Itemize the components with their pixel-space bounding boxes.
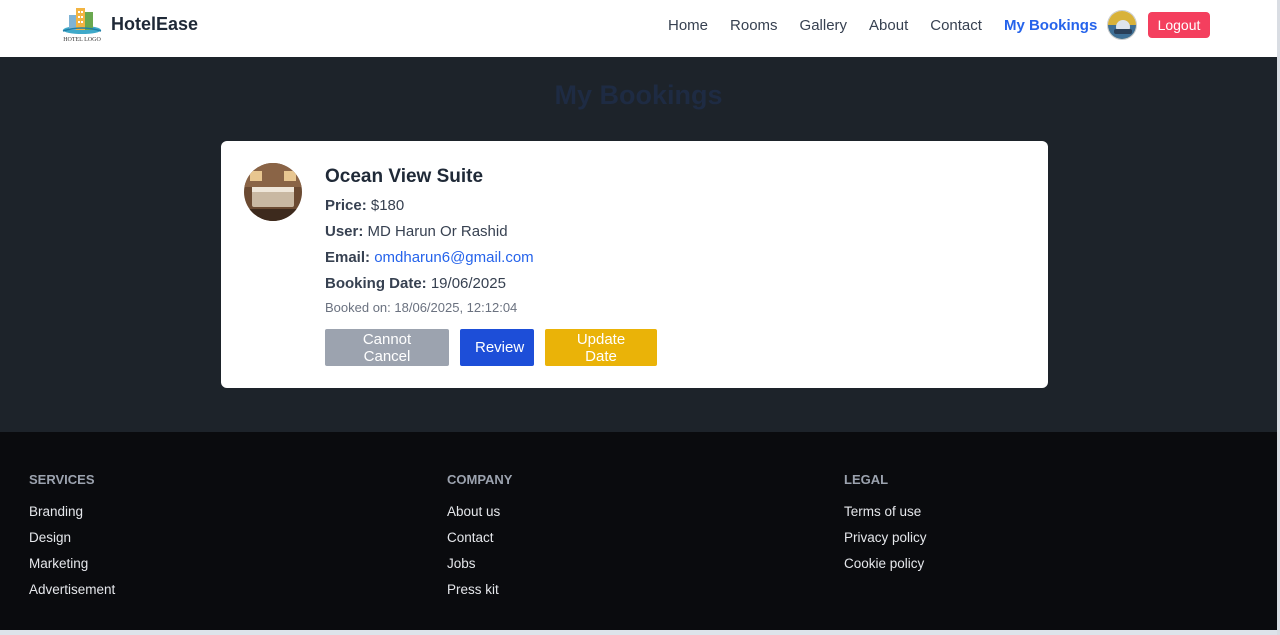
user-row: User: MD Harun Or Rashid bbox=[325, 223, 534, 249]
footer-services: Services Branding Design Marketing Adver… bbox=[29, 472, 115, 608]
footer: Services Branding Design Marketing Adver… bbox=[0, 432, 1277, 630]
footer-link-marketing[interactable]: Marketing bbox=[29, 556, 115, 582]
footer-services-title: Services bbox=[29, 472, 95, 487]
footer-company-title: Company bbox=[447, 472, 513, 487]
page-title: My Bookings bbox=[554, 80, 723, 110]
brand[interactable]: HOTEL LOGO HotelEase bbox=[61, 5, 198, 43]
avatar-photo-icon bbox=[1108, 11, 1136, 39]
room-photo-icon bbox=[244, 163, 302, 221]
nav-contact[interactable]: Contact bbox=[930, 17, 982, 34]
nav-gallery[interactable]: Gallery bbox=[800, 17, 848, 34]
footer-link-jobs[interactable]: Jobs bbox=[447, 556, 512, 582]
footer-link-contact[interactable]: Contact bbox=[447, 530, 512, 556]
footer-link-advertisement[interactable]: Advertisement bbox=[29, 582, 115, 608]
footer-link-terms[interactable]: Terms of use bbox=[844, 504, 927, 530]
footer-link-about-us[interactable]: About us bbox=[447, 504, 512, 530]
hotel-building-icon bbox=[62, 8, 102, 34]
nav-about[interactable]: About bbox=[869, 17, 908, 34]
room-image bbox=[244, 163, 302, 221]
footer-legal: Legal Terms of use Privacy policy Cookie… bbox=[844, 472, 927, 582]
booking-date-value: 19/06/2025 bbox=[430, 275, 506, 292]
user-value: MD Harun Or Rashid bbox=[367, 223, 508, 240]
logo-text: HOTEL LOGO bbox=[63, 37, 101, 43]
booking-card: Ocean View Suite Price: $180 User: MD Ha… bbox=[221, 141, 1048, 388]
booked-on-timestamp: Booked on: 18/06/2025, 12:12:04 bbox=[325, 300, 518, 315]
nav-home[interactable]: Home bbox=[668, 17, 708, 34]
review-button[interactable]: Review bbox=[460, 329, 534, 366]
booking-date-label: Booking Date: bbox=[325, 275, 427, 292]
hotel-logo: HOTEL LOGO bbox=[61, 5, 103, 43]
navbar: HOTEL LOGO HotelEase Home Rooms Gallery … bbox=[0, 0, 1277, 57]
price-value: $180 bbox=[370, 197, 405, 214]
booking-details: Ocean View Suite Price: $180 User: MD Ha… bbox=[325, 166, 534, 315]
email-link[interactable]: omdharun6@gmail.com bbox=[374, 249, 533, 266]
email-label: Email: bbox=[325, 249, 371, 266]
price-label: Price: bbox=[325, 197, 367, 214]
nav-rooms[interactable]: Rooms bbox=[730, 17, 778, 34]
user-label: User: bbox=[325, 223, 364, 240]
logout-button[interactable]: Logout bbox=[1148, 12, 1210, 38]
footer-bottom-strip bbox=[0, 630, 1280, 635]
brand-name: HotelEase bbox=[111, 13, 199, 34]
footer-link-design[interactable]: Design bbox=[29, 530, 115, 556]
footer-link-press-kit[interactable]: Press kit bbox=[447, 582, 512, 608]
footer-link-cookie[interactable]: Cookie policy bbox=[844, 556, 927, 582]
footer-company: Company About us Contact Jobs Press kit bbox=[447, 472, 512, 608]
nav-links: Home Rooms Gallery About Contact My Book… bbox=[668, 0, 1119, 50]
user-avatar[interactable] bbox=[1107, 10, 1137, 40]
room-name: Ocean View Suite bbox=[325, 166, 484, 187]
booking-date-row: Booking Date: 19/06/2025 bbox=[325, 275, 534, 301]
booking-actions: Cannot Cancel Review Update Date bbox=[325, 329, 668, 366]
price-row: Price: $180 bbox=[325, 197, 534, 223]
footer-link-privacy[interactable]: Privacy policy bbox=[844, 530, 927, 556]
footer-link-branding[interactable]: Branding bbox=[29, 504, 115, 530]
footer-legal-title: Legal bbox=[844, 472, 889, 487]
email-row: Email: omdharun6@gmail.com bbox=[325, 249, 534, 275]
update-date-button[interactable]: Update Date bbox=[545, 329, 657, 366]
nav-my-bookings[interactable]: My Bookings bbox=[1004, 17, 1097, 34]
cannot-cancel-button[interactable]: Cannot Cancel bbox=[325, 329, 449, 366]
